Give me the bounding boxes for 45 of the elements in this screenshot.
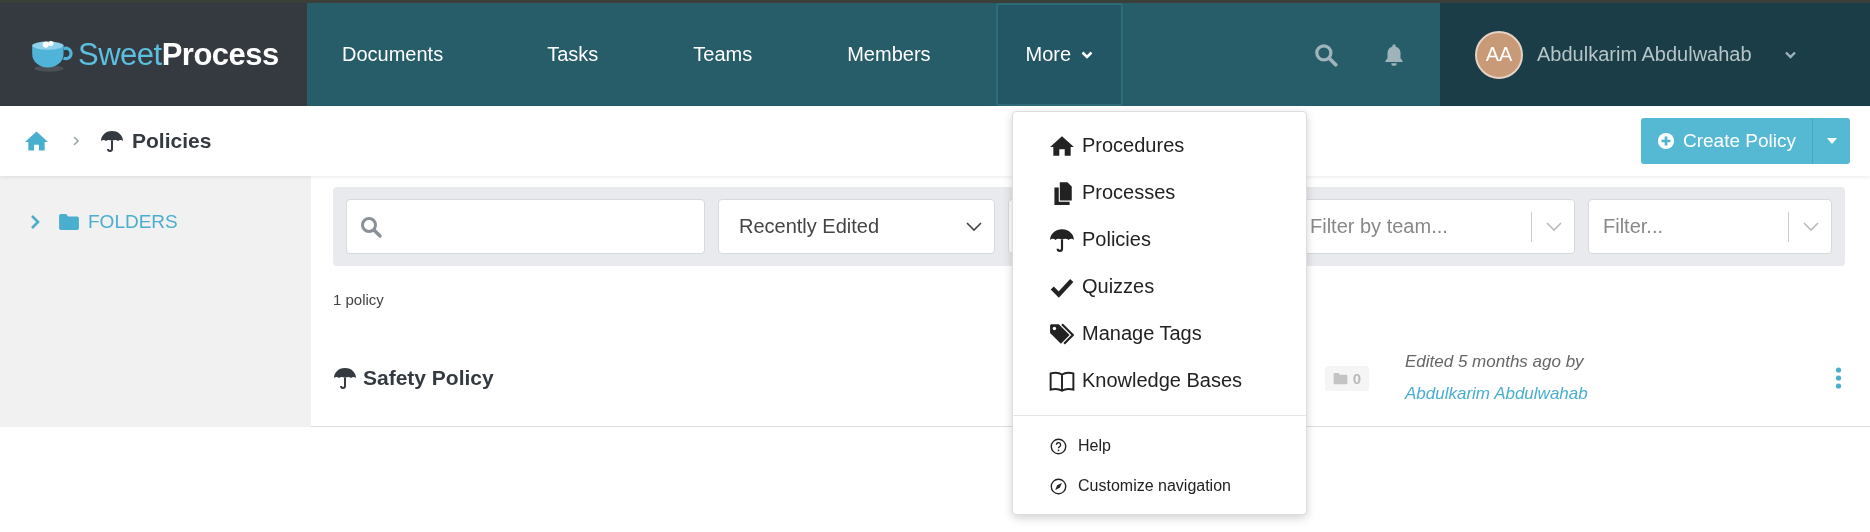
user-name: Abdulkarim Abdulwahab — [1537, 43, 1752, 66]
create-options-button[interactable] — [1812, 118, 1850, 164]
breadcrumb-current: Policies — [132, 129, 212, 153]
user-menu[interactable]: AA Abdulkarim Abdulwahab — [1440, 3, 1870, 106]
policy-title[interactable]: Safety Policy — [363, 366, 494, 390]
chevron-down-icon — [966, 221, 982, 232]
edited-info: Edited 5 months ago by — [1405, 352, 1584, 371]
search-icon[interactable] — [1313, 41, 1339, 68]
result-count: 1 policy — [333, 291, 384, 308]
menu-item[interactable]: Procedures — [1013, 122, 1306, 169]
menu-item[interactable]: Quizzes — [1013, 263, 1306, 310]
home-icon[interactable] — [24, 130, 49, 152]
nav-link[interactable]: Members — [845, 3, 933, 106]
plus-circle-icon — [1657, 132, 1675, 150]
menu-item[interactable]: Knowledge Bases — [1013, 357, 1306, 404]
nav-link[interactable]: Teams — [691, 3, 755, 106]
folder-icon — [1332, 371, 1348, 385]
sort-select[interactable]: Recently Edited — [718, 199, 995, 254]
folder-icon — [58, 213, 80, 231]
nav-link[interactable]: Documents — [340, 3, 446, 106]
chevron-down-icon — [1081, 50, 1094, 59]
umbrella-icon — [1049, 226, 1075, 253]
menu-item[interactable]: Help — [1013, 426, 1306, 466]
logo-text-light: Sweet — [78, 36, 162, 73]
umbrella-icon — [100, 129, 124, 153]
logo-text-bold: Process — [161, 36, 279, 73]
chevron-down-icon — [1783, 50, 1797, 59]
more-options-icon[interactable] — [1835, 367, 1842, 389]
search-field[interactable] — [346, 199, 705, 254]
compass-icon — [1050, 477, 1067, 495]
caret-down-icon — [1826, 138, 1837, 144]
menu-item[interactable]: Manage Tags — [1013, 310, 1306, 357]
logo[interactable]: SweetProcess — [0, 3, 307, 106]
chevron-down-icon — [1803, 221, 1819, 232]
filter-select[interactable]: Filter... — [1588, 199, 1832, 254]
umbrella-icon — [333, 366, 357, 390]
menu-item[interactable]: Customize navigation — [1013, 466, 1306, 506]
chevron-down-icon — [1546, 221, 1562, 232]
help-icon — [1050, 437, 1067, 455]
folder-count-badge: 0 — [1324, 365, 1369, 391]
more-menu-button[interactable]: More — [995, 3, 1124, 106]
search-icon — [359, 214, 383, 239]
chevron-right-icon — [72, 135, 80, 147]
nav-link[interactable]: Tasks — [545, 3, 601, 106]
avatar: AA — [1475, 30, 1523, 79]
